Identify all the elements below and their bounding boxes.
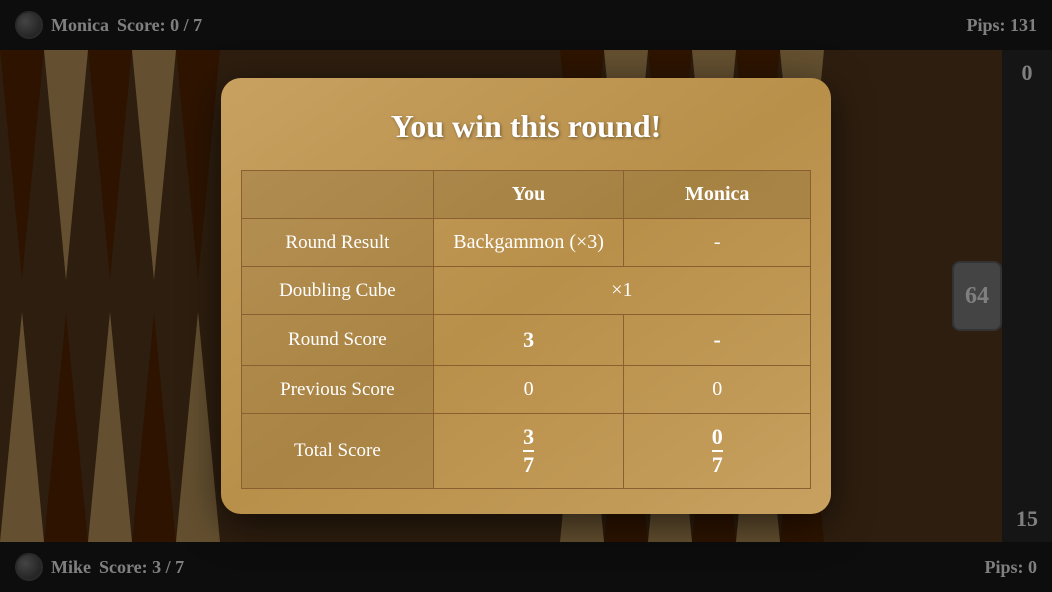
total-score-label: Total Score xyxy=(242,414,434,489)
round-score-row: Round Score 3 - xyxy=(242,315,811,366)
doubling-cube-label: Doubling Cube xyxy=(242,267,434,315)
total-score-you: 3 7 xyxy=(433,414,624,489)
you-numerator: 3 xyxy=(523,426,534,452)
round-score-you: 3 xyxy=(433,315,624,366)
previous-score-label: Previous Score xyxy=(242,366,434,414)
modal-title: You win this round! xyxy=(241,108,811,145)
total-score-opponent: 0 7 xyxy=(624,414,811,489)
round-score-label: Round Score xyxy=(242,315,434,366)
you-denominator: 7 xyxy=(523,452,534,476)
round-result-you: Backgammon (×3) xyxy=(433,219,624,267)
round-result-modal: You win this round! You Monica Round Res… xyxy=(221,78,831,514)
doubling-cube-value: ×1 xyxy=(433,267,810,315)
round-score-opponent: - xyxy=(624,315,811,366)
doubling-cube-row: Doubling Cube ×1 xyxy=(242,267,811,315)
col-opponent-header: Monica xyxy=(624,171,811,219)
score-table: You Monica Round Result Backgammon (×3) … xyxy=(241,170,811,489)
previous-score-opponent: 0 xyxy=(624,366,811,414)
you-fraction: 3 7 xyxy=(523,426,534,476)
round-result-opponent: - xyxy=(624,219,811,267)
round-result-label: Round Result xyxy=(242,219,434,267)
modal-overlay: You win this round! You Monica Round Res… xyxy=(0,0,1052,592)
opp-denominator: 7 xyxy=(712,452,723,476)
col-label-header xyxy=(242,171,434,219)
previous-score-you: 0 xyxy=(433,366,624,414)
total-score-row: Total Score 3 7 0 7 xyxy=(242,414,811,489)
opp-numerator: 0 xyxy=(712,426,723,452)
previous-score-row: Previous Score 0 0 xyxy=(242,366,811,414)
col-you-header: You xyxy=(433,171,624,219)
round-result-row: Round Result Backgammon (×3) - xyxy=(242,219,811,267)
opp-fraction: 0 7 xyxy=(712,426,723,476)
